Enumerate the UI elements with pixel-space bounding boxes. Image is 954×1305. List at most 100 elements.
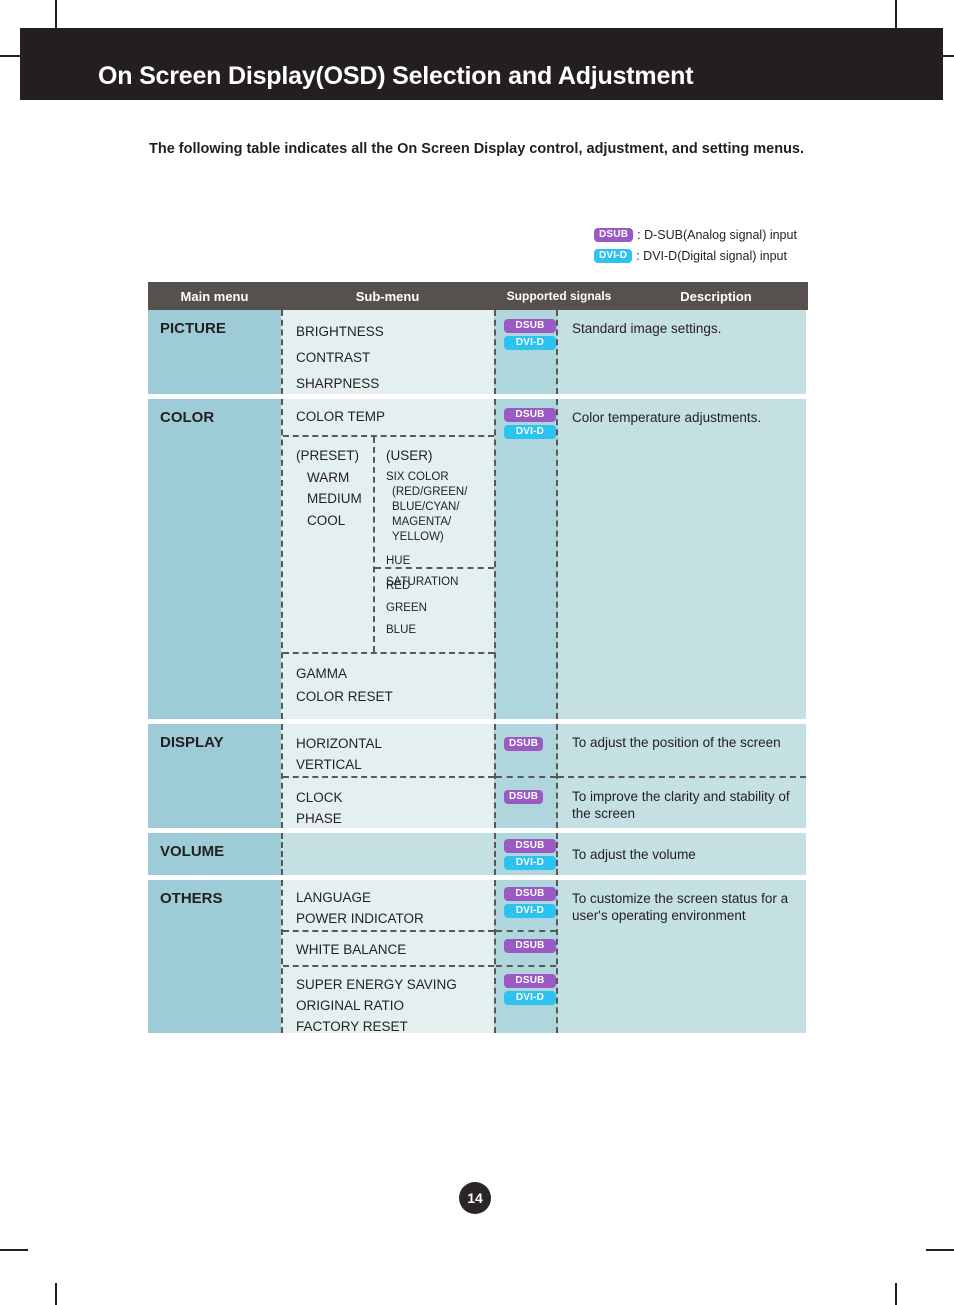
legend-label-dvid: : DVI-D(Digital signal) input	[636, 248, 787, 263]
dsub-badge: DSUB	[504, 408, 556, 422]
signal-badge-stack: DSUB DVI-D	[496, 399, 556, 439]
dvid-badge: DVI-D	[504, 336, 556, 350]
sub-menu-item: HORIZONTAL	[296, 736, 383, 751]
sub-menu-group-white-balance: WHITE BALANCE	[283, 930, 494, 965]
six-color-detail-line: (RED/GREEN/	[392, 485, 468, 498]
sub-menu-list-picture: BRIGHTNESS CONTRAST SHARPNESS	[283, 310, 494, 406]
dsub-badge: DSUB	[594, 227, 634, 242]
main-menu-others: OTHERS	[148, 880, 281, 1033]
sub-menu-item: SHARPNESS	[296, 376, 380, 391]
table-row-color: COLOR COLOR TEMP (PRESET) WARM MEDIUM CO…	[148, 399, 808, 719]
sub-menu-item: FACTORY RESET	[296, 1019, 408, 1034]
sub-menu-item: ORIGINAL RATIO	[296, 998, 405, 1013]
signals-picture: DSUB DVI-D	[494, 310, 558, 394]
main-menu-color: COLOR	[148, 399, 281, 719]
signals-volume: DSUB DVI-D	[494, 833, 558, 875]
dsub-badge: DSUB	[504, 839, 556, 853]
preset-label: (PRESET)	[296, 448, 360, 463]
description-display: To adjust the position of the screen To …	[558, 724, 806, 828]
six-color-detail-line: MAGENTA/	[392, 515, 452, 528]
table-row-volume: VOLUME DSUB DVI-D To adjust the volume	[148, 833, 808, 875]
crop-mark-bottom-right-horizontal	[926, 1249, 954, 1251]
signal-badge-stack: DSUB DVI-D	[496, 880, 556, 930]
sub-menu-group-clarity: CLOCK PHASE	[283, 776, 494, 838]
crop-mark-top-left-vertical	[55, 0, 57, 28]
signal-badge-stack: DSUB	[496, 930, 556, 965]
main-menu-display: DISPLAY	[148, 724, 281, 828]
signal-badge-stack: DSUB DVI-D	[496, 965, 556, 1005]
preset-item: COOL	[307, 512, 346, 528]
dsub-badge: DSUB	[504, 790, 544, 804]
signals-display: DSUB DSUB	[494, 724, 558, 828]
table-header-row: Main menu Sub-menu Supported signals Des…	[148, 282, 808, 310]
dvid-badge: DVI-D	[504, 991, 556, 1005]
user-item-six-color: SIX COLOR	[386, 470, 449, 483]
sub-menu-item: VERTICAL	[296, 757, 362, 772]
description-color: Color temperature adjustments.	[558, 399, 806, 719]
six-color-detail-line: YELLOW)	[392, 530, 444, 543]
user-label: (USER)	[386, 448, 433, 463]
dsub-badge: DSUB	[504, 974, 556, 988]
six-color-detail-line: BLUE/CYAN/	[392, 500, 460, 513]
sub-menu-picture: BRIGHTNESS CONTRAST SHARPNESS	[281, 310, 494, 394]
sub-menu-group-energy: SUPER ENERGY SAVING ORIGINAL RATIO FACTO…	[283, 965, 494, 1044]
column-header-supported-signals: Supported signals	[506, 289, 612, 303]
dsub-badge: DSUB	[504, 939, 556, 953]
signal-badge-stack: DSUB DVI-D	[496, 833, 556, 870]
column-header-sub-menu: Sub-menu	[355, 288, 420, 304]
sub-menu-color: COLOR TEMP (PRESET) WARM MEDIUM COOL (US…	[281, 399, 494, 719]
signal-badge-stack: DSUB	[496, 724, 556, 776]
description-text: Standard image settings.	[572, 321, 722, 336]
legend-row-dsub: DSUB : D-SUB(Analog signal) input	[594, 225, 797, 244]
sub-menu-item: WHITE BALANCE	[296, 942, 407, 957]
crop-mark-bottom-right-vertical	[895, 1283, 897, 1305]
legend-label-dsub: : D-SUB(Analog signal) input	[637, 227, 797, 242]
dsub-badge: DSUB	[504, 887, 556, 901]
osd-menu-table: Main menu Sub-menu Supported signals Des…	[148, 282, 808, 1034]
user-item: BLUE	[386, 624, 417, 636]
crop-mark-bottom-left-vertical	[55, 1283, 57, 1305]
crop-mark-top-right-vertical	[895, 0, 897, 28]
page-number-badge: 14	[459, 1182, 491, 1214]
color-temp-preset-column: (PRESET) WARM MEDIUM COOL	[283, 437, 373, 652]
user-items-top: (USER) SIX COLOR (RED/GREEN/ BLUE/CYAN/ …	[375, 437, 494, 588]
sub-menu-others: LANGUAGE POWER INDICATOR WHITE BALANCE S…	[281, 880, 494, 1034]
table-row-others: OTHERS LANGUAGE POWER INDICATOR WHITE BA…	[148, 880, 808, 1034]
user-item: GREEN	[386, 602, 427, 614]
color-tail-items: GAMMA COLOR RESET	[283, 652, 494, 716]
preset-item: WARM	[307, 469, 350, 485]
description-text: To adjust the volume	[572, 847, 696, 862]
sub-menu-item-color-temp: COLOR TEMP	[296, 409, 386, 424]
sub-menu-item: CONTRAST	[296, 350, 371, 365]
description-others: To customize the screen status for a use…	[558, 880, 806, 1033]
table-row-picture: PICTURE BRIGHTNESS CONTRAST SHARPNESS DS…	[148, 310, 808, 394]
sub-menu-item: PHASE	[296, 811, 342, 826]
sub-menu-item: COLOR RESET	[296, 689, 393, 704]
sub-menu-item: GAMMA	[296, 666, 348, 681]
main-menu-volume: VOLUME	[148, 833, 281, 875]
column-header-main-menu: Main menu	[180, 288, 249, 304]
dvid-badge: DVI-D	[504, 904, 556, 918]
table-row-display: DISPLAY HORIZONTAL VERTICAL CLOCK PHASE …	[148, 724, 808, 828]
dsub-badge: DSUB	[504, 319, 556, 333]
sub-menu-group-language: LANGUAGE POWER INDICATOR	[283, 880, 494, 930]
description-volume: To adjust the volume	[558, 833, 806, 875]
sub-menu-item: SUPER ENERGY SAVING	[296, 977, 457, 992]
sub-menu-item: POWER INDICATOR	[296, 911, 424, 926]
sub-menu-volume	[281, 833, 494, 875]
crop-mark-bottom-left-horizontal	[0, 1249, 28, 1251]
legend-row-dvid: DVI-D : DVI-D(Digital signal) input	[594, 246, 797, 265]
color-temp-user-column: (USER) SIX COLOR (RED/GREEN/ BLUE/CYAN/ …	[373, 437, 494, 652]
description-text: Color temperature adjustments.	[572, 410, 762, 425]
dvid-badge: DVI-D	[594, 248, 633, 263]
page-title: On Screen Display(OSD) Selection and Adj…	[98, 62, 694, 90]
signal-legend: DSUB : D-SUB(Analog signal) input DVI-D …	[594, 225, 797, 267]
preset-item: MEDIUM	[307, 491, 362, 506]
dvid-badge: DVI-D	[504, 425, 556, 439]
color-temp-grid: (PRESET) WARM MEDIUM COOL (USER) SIX COL…	[283, 435, 494, 652]
signals-color: DSUB DVI-D	[494, 399, 558, 719]
signals-others: DSUB DVI-D DSUB DSUB DVI-D	[494, 880, 558, 1033]
description-text: To customize the screen status for a use…	[572, 891, 789, 923]
signal-badge-stack: DSUB	[496, 776, 556, 804]
sub-menu-item: CLOCK	[296, 790, 343, 805]
